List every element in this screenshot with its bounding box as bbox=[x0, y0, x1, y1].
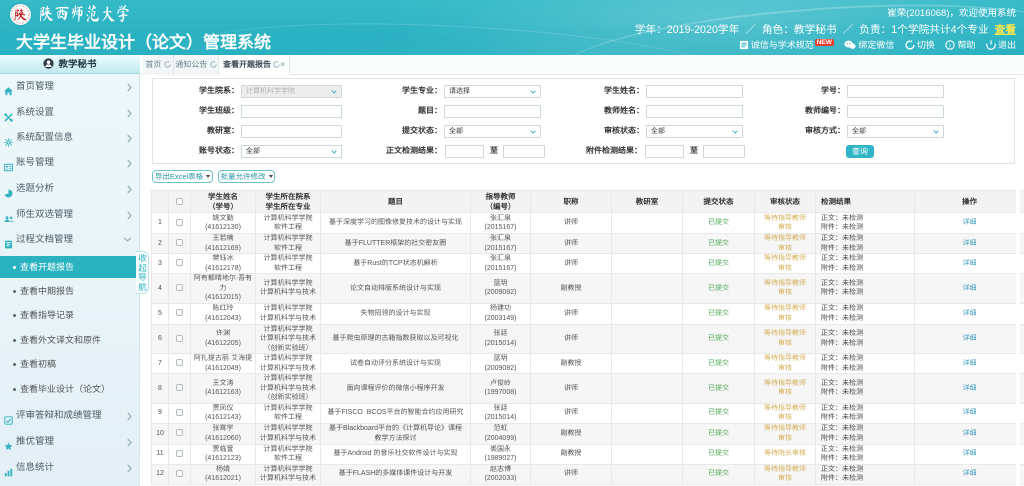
svg-text:陕: 陕 bbox=[14, 8, 28, 22]
svg-text:i: i bbox=[950, 42, 952, 49]
